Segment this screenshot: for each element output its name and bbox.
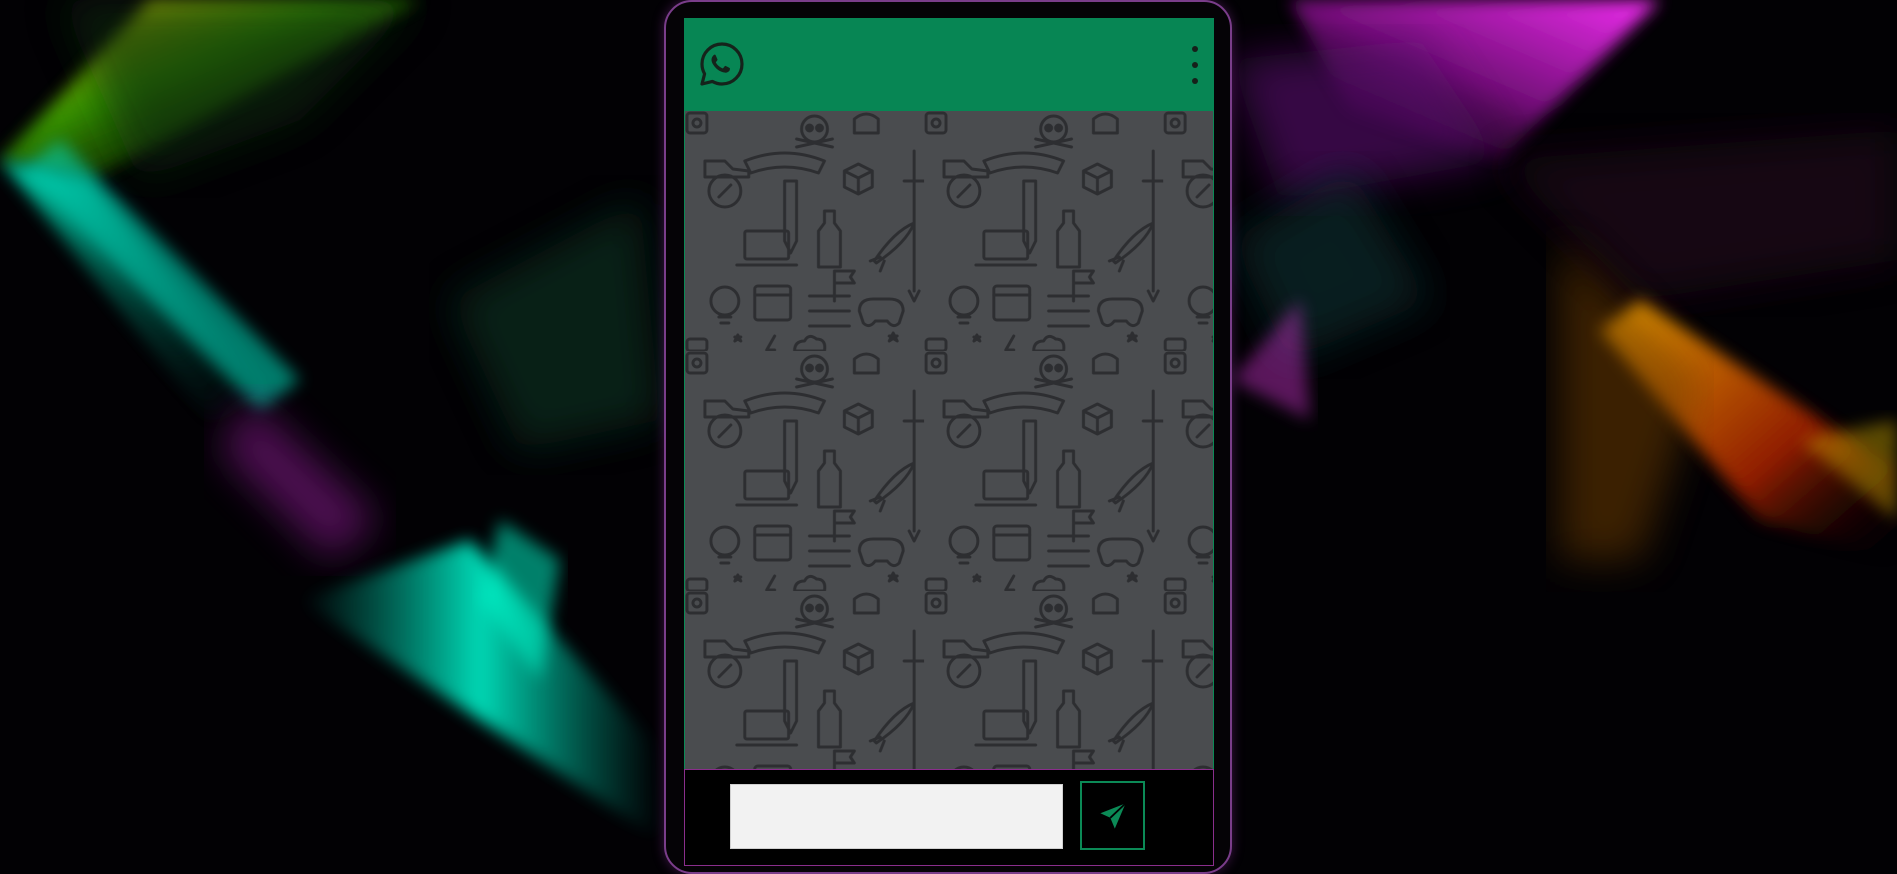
whatsapp-logo-icon	[698, 40, 746, 88]
chat-screen	[684, 18, 1214, 866]
message-input[interactable]	[730, 784, 1063, 849]
kebab-menu-icon[interactable]	[1186, 46, 1204, 84]
message-composer	[684, 769, 1214, 866]
phone-frame	[664, 0, 1232, 874]
app-header	[684, 18, 1214, 111]
send-icon	[1099, 802, 1126, 829]
menu-dot	[1192, 46, 1198, 52]
chat-messages-area[interactable]	[684, 111, 1214, 769]
menu-dot	[1192, 78, 1198, 84]
chat-wallpaper-doodle	[685, 111, 1213, 769]
menu-dot	[1192, 62, 1198, 68]
send-button[interactable]	[1080, 781, 1145, 850]
